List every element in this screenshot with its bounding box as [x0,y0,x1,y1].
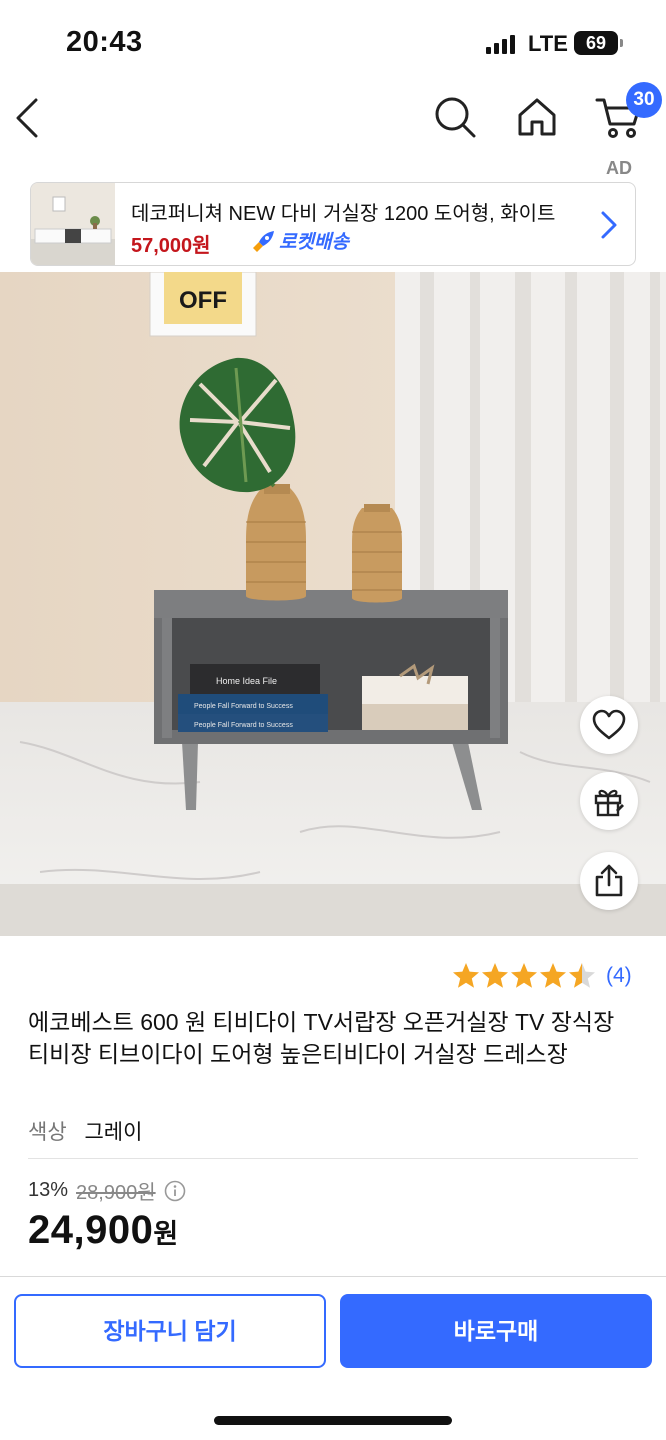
status-bar: 20:43 LTE 69 [0,0,666,80]
back-button[interactable] [10,96,50,140]
heart-icon [592,709,626,740]
product-image[interactable]: OFF Home Idea File People Fall Forward t… [0,272,666,936]
share-button[interactable] [580,852,638,910]
option-value: 그레이 [84,1121,143,1144]
search-button[interactable] [432,94,478,140]
ad-price: 57,000원 [131,235,211,257]
rating[interactable]: (4) [452,962,632,990]
product-title: 에코베스트 600 원 티비다이 TV서랍장 오픈거실장 TV 장식장 티비장 … [28,1009,615,1067]
price-row: 13% 28,900원 [28,1176,186,1205]
bottom-divider [0,1276,666,1277]
chevron-right-icon [601,211,617,239]
signal-icon [486,34,515,54]
sale-price-value: 24,900 [28,1208,154,1252]
cart-count-badge: 30 [626,82,662,118]
home-button[interactable] [514,94,560,140]
top-nav [0,80,666,160]
share-icon [595,864,623,897]
search-icon [435,97,476,138]
ad-thumbnail [31,183,115,265]
rocket-delivery-badge: 로켓배송 [249,227,349,254]
chevron-left-icon [16,98,38,138]
review-count[interactable]: (4) [606,964,632,988]
book-title-3: People Fall Forward to Success [194,722,293,729]
option-row[interactable]: 색상 그레이 [28,1116,142,1146]
stars-icon [453,963,595,988]
star-rating [452,962,596,990]
poster-text: OFF [179,287,227,314]
rocket-delivery-label: 로켓배송 [279,232,349,253]
divider [28,1158,638,1159]
sale-price: 24,900원 [28,1208,179,1253]
ad-banner[interactable]: 데코퍼니쳐 NEW 다비 거실장 1200 도어형, 화이트 57,000원 로… [30,182,636,266]
ad-title: 데코퍼니쳐 NEW 다비 거실장 1200 도어형, 화이트 [131,203,556,225]
info-icon[interactable] [164,1180,186,1202]
gift-button[interactable] [580,772,638,830]
wishlist-button[interactable] [580,696,638,754]
book-title-1: Home Idea File [216,676,277,686]
home-icon [518,98,556,136]
product-photo: OFF Home Idea File People Fall Forward t… [0,272,666,936]
discount-rate: 13% [28,1179,69,1201]
buy-now-button[interactable]: 바로구매 [340,1294,652,1368]
home-indicator [214,1416,452,1425]
book-title-2: People Fall Forward to Success [194,703,293,710]
battery-icon: 69 [574,31,623,55]
sale-price-unit: 원 [153,1219,179,1249]
add-to-cart-button[interactable]: 장바구니 담기 [14,1294,326,1368]
network-label: LTE [528,31,568,56]
status-time: 20:43 [66,26,143,58]
rocket-icon [253,230,274,252]
original-price: 28,900원 [76,1182,156,1204]
gift-icon [594,789,624,817]
ad-label: AD [606,158,632,178]
option-label: 색상 [28,1121,67,1144]
